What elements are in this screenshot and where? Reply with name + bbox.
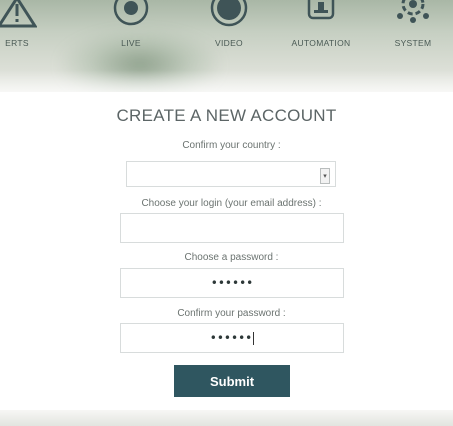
password-field-value: •••••• bbox=[210, 276, 254, 290]
submit-button[interactable]: Submit bbox=[174, 365, 290, 397]
nav-label: AUTOMATION bbox=[291, 38, 351, 48]
email-field[interactable] bbox=[120, 213, 344, 243]
top-navigation: ERTS LIVE VIDEO AUTOMATION SYSTEM bbox=[0, 0, 453, 92]
nav-item-video[interactable]: VIDEO bbox=[184, 0, 274, 80]
form-title: CREATE A NEW ACCOUNT bbox=[116, 106, 337, 125]
nav-item-live[interactable]: LIVE bbox=[86, 0, 176, 80]
nav-label: VIDEO bbox=[215, 38, 243, 48]
nav-label: SYSTEM bbox=[394, 38, 432, 48]
country-select[interactable]: ▾ bbox=[126, 161, 336, 187]
password-field[interactable]: •••••• bbox=[120, 268, 344, 298]
automation-icon bbox=[301, 0, 341, 30]
nav-label: ERTS bbox=[5, 38, 29, 48]
nav-item-system[interactable]: SYSTEM bbox=[368, 0, 453, 80]
nav-label: LIVE bbox=[121, 38, 141, 48]
nav-item-automation[interactable]: AUTOMATION bbox=[276, 0, 366, 80]
create-account-form: CREATE A NEW ACCOUNT Confirm your countr… bbox=[0, 92, 453, 410]
confirm-password-value: •••••• bbox=[209, 331, 253, 345]
nav-item-alerts[interactable]: ERTS bbox=[0, 0, 62, 80]
confirm-password-field[interactable]: •••••• bbox=[120, 323, 344, 353]
alert-icon bbox=[0, 0, 37, 30]
footer-shade bbox=[0, 410, 453, 426]
login-label: Choose your login (your email address) : bbox=[141, 198, 322, 209]
dropdown-arrow-icon[interactable]: ▾ bbox=[320, 168, 330, 184]
country-label: Confirm your country : bbox=[182, 140, 281, 151]
system-icon bbox=[393, 0, 433, 30]
text-caret bbox=[253, 331, 255, 345]
password-label: Choose a password : bbox=[184, 252, 279, 263]
live-icon bbox=[111, 0, 151, 30]
confirm-password-label: Confirm your password : bbox=[177, 308, 286, 319]
video-icon bbox=[209, 0, 249, 30]
